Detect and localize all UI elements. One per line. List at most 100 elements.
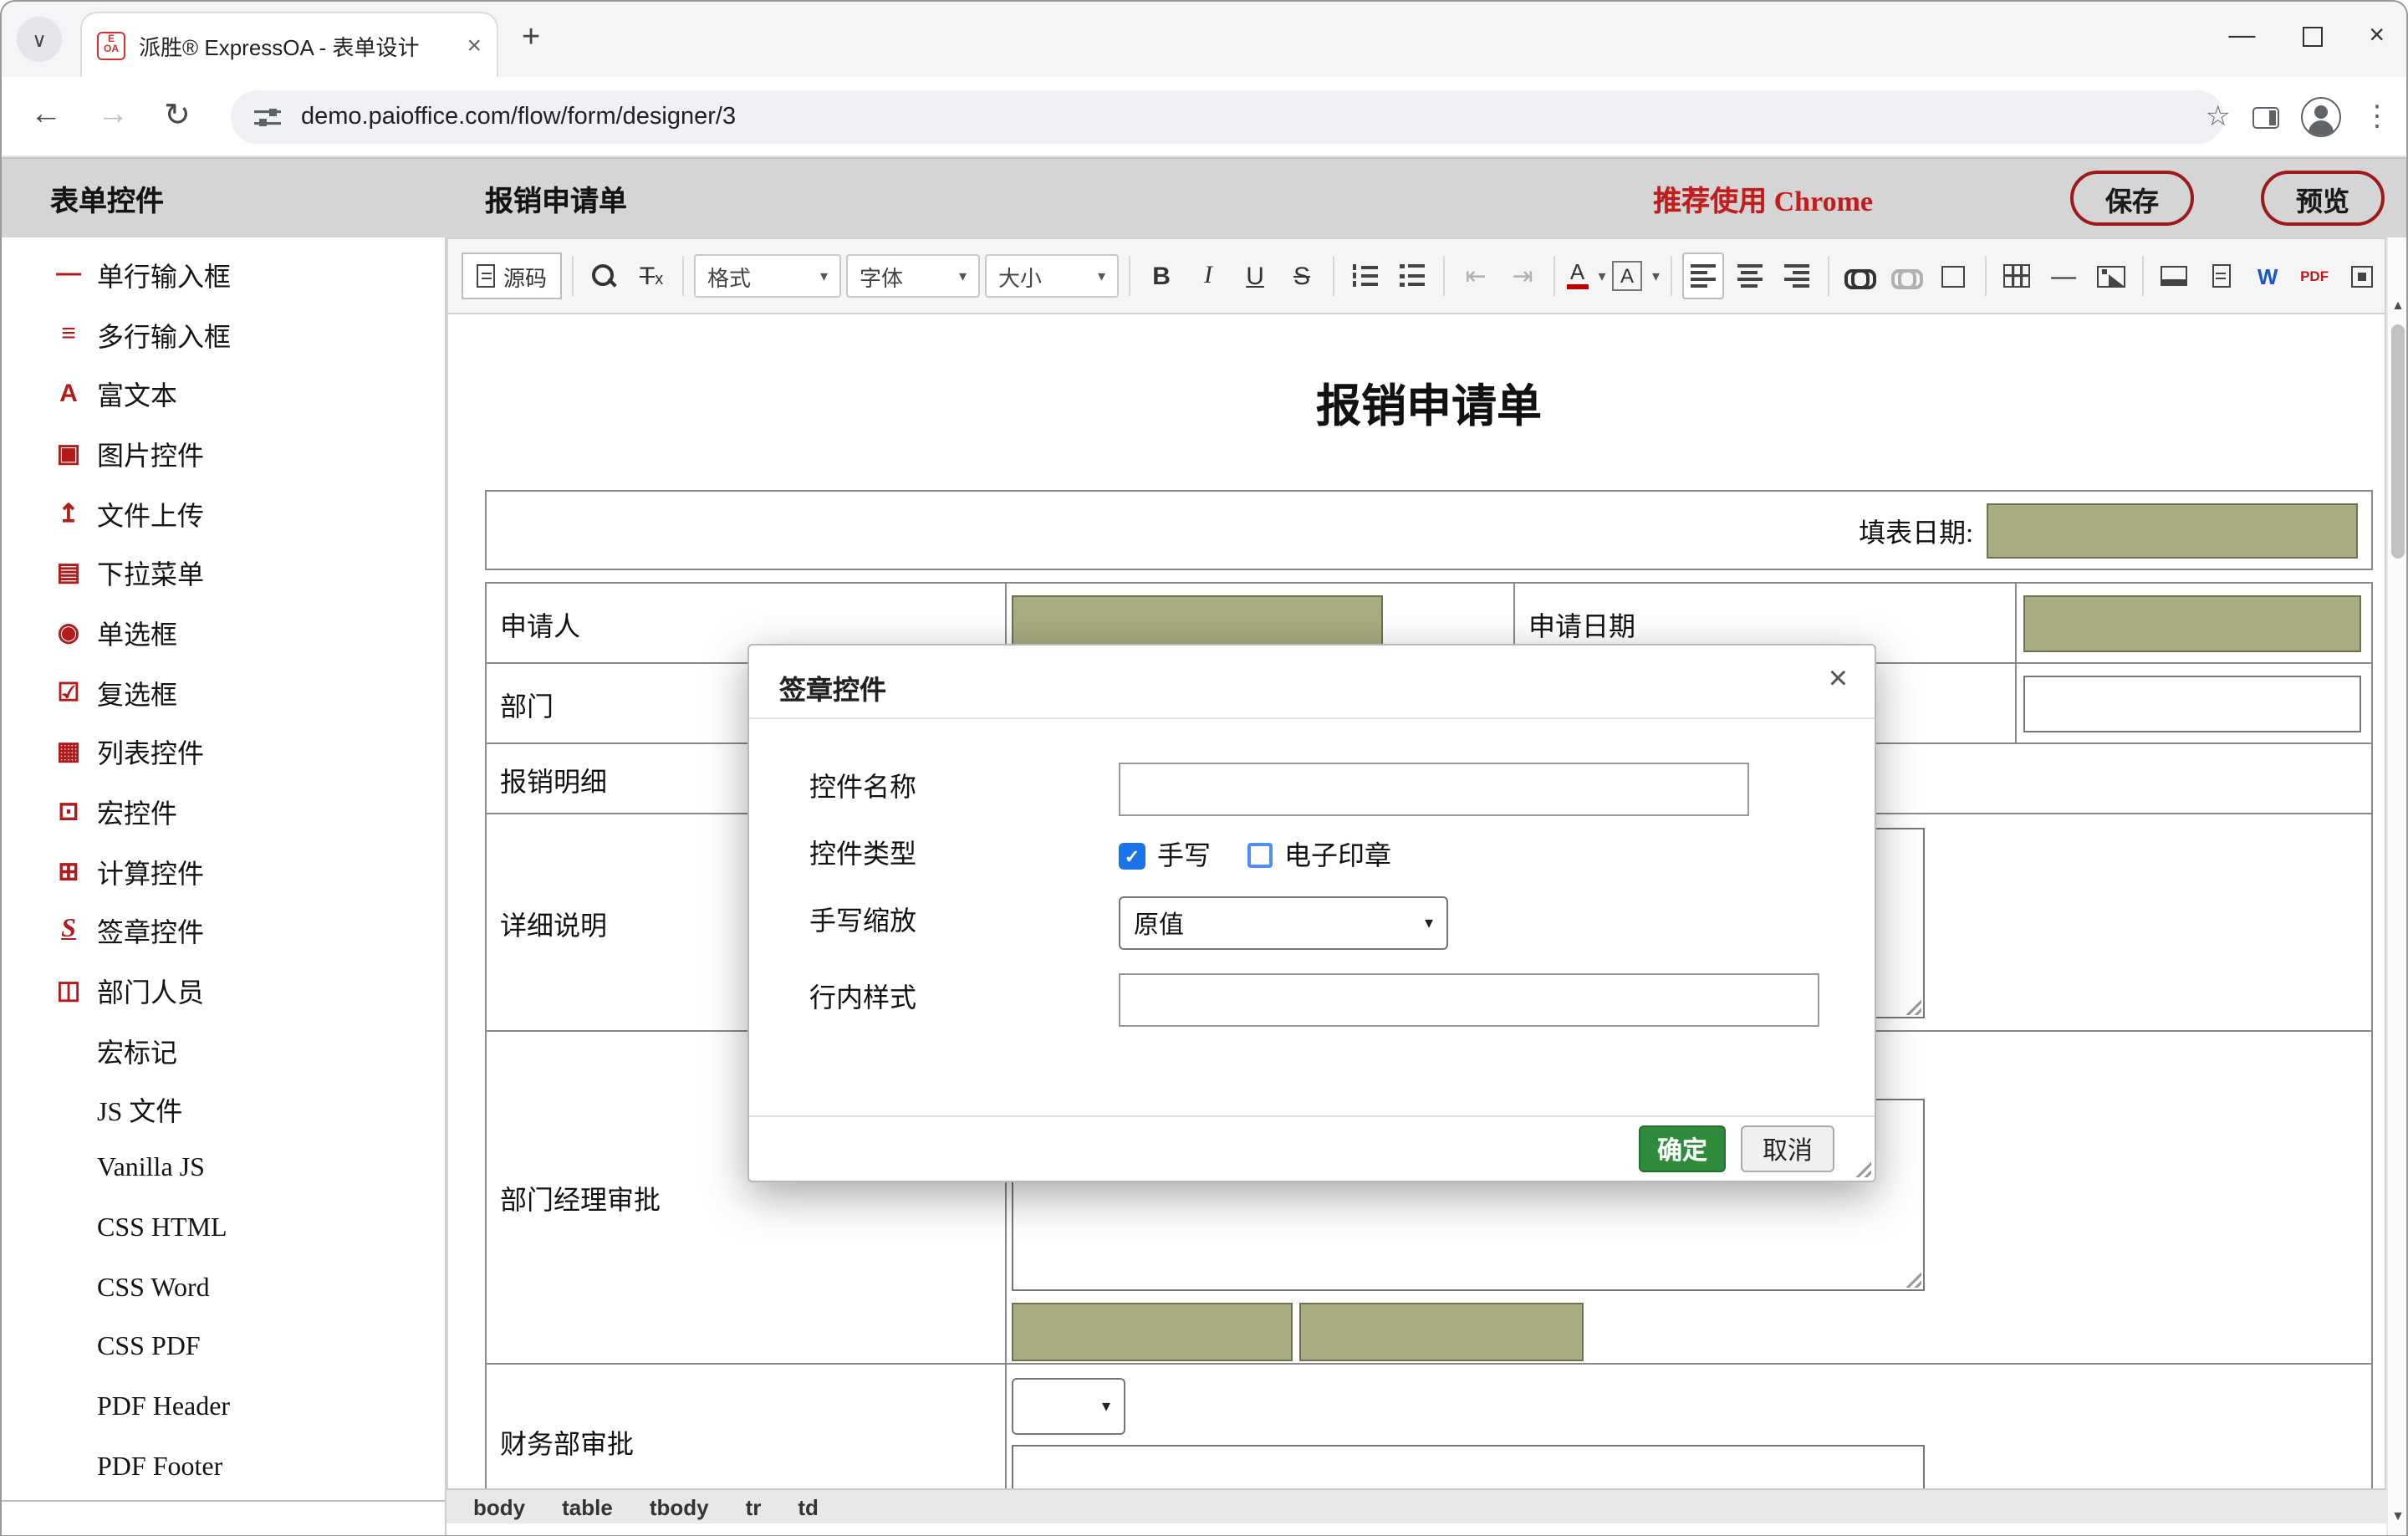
maximize-editor-button[interactable] [2340, 253, 2382, 299]
tab-search-button[interactable]: ∨ [17, 17, 62, 62]
resize-grip-icon[interactable] [1903, 997, 1921, 1015]
text-color-swatch [1566, 284, 1589, 289]
sidebar-item-single-line-input[interactable]: — 单行输入框 [0, 244, 445, 304]
sidebar-item-image-control[interactable]: ▣ 图片控件 [0, 423, 445, 482]
sidebar-item-macro-control[interactable]: ⊡ 宏控件 [0, 781, 445, 840]
finance-approval-textarea[interactable] [1012, 1445, 1925, 1488]
sidebar-item-css-pdf[interactable]: CSS PDF [0, 1319, 445, 1378]
sidebar-item-rich-text[interactable]: A 富文本 [0, 364, 445, 423]
reload-button[interactable]: ↻ [164, 97, 191, 135]
sidebar-item-radio-control[interactable]: ◉ 单选框 [0, 602, 445, 661]
save-button[interactable]: 保存 [2069, 171, 2194, 226]
sidebar-item-js-file[interactable]: JS 文件 [0, 1079, 445, 1139]
cancel-button[interactable]: 取消 [1741, 1125, 1834, 1172]
resize-grip-icon[interactable] [1903, 1269, 1921, 1288]
site-info-icon[interactable] [254, 106, 281, 128]
template-button[interactable] [2200, 253, 2242, 299]
apply-date-input[interactable] [2023, 594, 2361, 651]
iframe-button[interactable] [2153, 253, 2195, 299]
handwriting-checkbox[interactable]: ✓ [1119, 843, 1145, 870]
sidebar-item-dropdown-menu[interactable]: ▤ 下拉菜单 [0, 543, 445, 602]
align-center-button[interactable] [1728, 253, 1770, 299]
new-tab-button[interactable]: + [522, 20, 540, 57]
sidebar-item-multi-line-input[interactable]: ≡ 多行输入框 [0, 304, 445, 363]
applicant-input[interactable] [1012, 594, 1383, 651]
sidebar-item-pdf-footer[interactable]: PDF Footer [0, 1438, 445, 1498]
scroll-up-icon[interactable]: ▲ [2388, 298, 2408, 313]
text-color-button[interactable]: A ▾ [1565, 253, 1607, 299]
horizontal-rule-button[interactable]: ― [2043, 253, 2084, 299]
manager-date-input[interactable] [1299, 1303, 1584, 1361]
eseal-checkbox[interactable] [1247, 843, 1273, 868]
browser-menu-icon[interactable]: ⋮ [2363, 100, 2391, 134]
path-item-body[interactable]: body [473, 1494, 525, 1519]
sidebar-item-dept-person[interactable]: ◫ 部门人员 [0, 961, 445, 1020]
scroll-down-icon[interactable]: ▼ [2388, 1508, 2408, 1523]
tab-close-icon[interactable]: × [467, 31, 482, 59]
link-button[interactable] [1839, 253, 1880, 299]
profile-avatar[interactable] [2301, 97, 2341, 137]
sidebar-item-css-word[interactable]: CSS Word [0, 1258, 445, 1318]
remove-format-button[interactable]: Tx [630, 253, 672, 299]
page-scrollbar[interactable]: ▲ ▼ [2386, 237, 2408, 1536]
close-window-button[interactable]: × [2369, 22, 2385, 52]
unlink-button[interactable] [1885, 253, 1927, 299]
bg-color-button[interactable]: A ▾ [1612, 253, 1660, 299]
size-select[interactable]: 大小 ▾ [985, 254, 1120, 298]
source-button[interactable]: 源码 [462, 253, 563, 299]
underline-button[interactable]: U [1234, 253, 1276, 299]
ok-button[interactable]: 确定 [1639, 1125, 1726, 1172]
preview-button[interactable]: 预览 [2260, 171, 2385, 226]
inline-style-input[interactable] [1119, 973, 1819, 1027]
font-select[interactable]: 字体 ▾ [846, 254, 981, 298]
scrollbar-thumb[interactable] [2391, 324, 2405, 559]
outdent-button[interactable]: ⇤ [1455, 253, 1497, 299]
path-item-table[interactable]: table [562, 1494, 613, 1519]
path-item-tr[interactable]: tr [746, 1494, 762, 1519]
control-name-input[interactable] [1119, 763, 1749, 816]
sidebar-item-pdf-header[interactable]: PDF Header [0, 1378, 445, 1437]
sidebar-item-calc-control[interactable]: ⊞ 计算控件 [0, 841, 445, 901]
address-bar[interactable]: demo.paioffice.com/flow/form/designer/3 [231, 90, 2224, 144]
unordered-list-button[interactable] [1391, 253, 1433, 299]
format-select[interactable]: 格式 ▾ [694, 254, 842, 298]
dialog-close-icon[interactable]: × [1829, 661, 1848, 699]
strikethrough-button[interactable]: S [1281, 253, 1323, 299]
signature-scale-select[interactable]: 原值 ▾ [1119, 896, 1448, 950]
italic-button[interactable]: I [1187, 253, 1229, 299]
table-button[interactable] [1996, 253, 2038, 299]
maximize-button[interactable] [2302, 27, 2323, 47]
control-type-label: 控件类型 [809, 841, 917, 870]
manager-sign-input[interactable] [1012, 1303, 1293, 1361]
fill-date-input[interactable] [1987, 503, 2358, 558]
export-pdf-icon: PDF [2300, 268, 2329, 284]
back-button[interactable]: ← [30, 97, 62, 134]
image-button[interactable] [2089, 253, 2131, 299]
path-item-td[interactable]: td [798, 1494, 819, 1519]
align-right-button[interactable] [1775, 253, 1817, 299]
finance-select[interactable]: ▾ [1012, 1378, 1125, 1435]
sidebar-item-signature-control[interactable]: S 签章控件 [0, 901, 445, 960]
sidebar-item-vanilla-js[interactable]: Vanilla JS [0, 1140, 445, 1199]
sidebar-item-file-upload[interactable]: ↥ 文件上传 [0, 483, 445, 543]
sidebar-item-list-control[interactable]: ▦ 列表控件 [0, 722, 445, 781]
radio-control-icon: ◉ [57, 618, 80, 647]
page-break-button[interactable] [1932, 253, 1974, 299]
bookmark-star-icon[interactable]: ☆ [2206, 100, 2232, 134]
export-pdf-button[interactable]: PDF [2293, 253, 2335, 299]
sidebar-item-checkbox-control[interactable]: ☑ 复选框 [0, 662, 445, 722]
align-left-button[interactable] [1681, 253, 1724, 299]
bold-button[interactable]: B [1140, 253, 1182, 299]
find-button[interactable] [584, 253, 625, 299]
export-word-button[interactable]: W [2247, 253, 2288, 299]
sidebar-item-css-html[interactable]: CSS HTML [0, 1199, 445, 1258]
ordered-list-button[interactable] [1344, 253, 1386, 299]
sidebar-item-macro-mark[interactable]: 宏标记 [0, 1020, 445, 1079]
browser-tab[interactable]: E OA 派胜® ExpressOA - 表单设计 × [80, 12, 498, 77]
side-panel-icon[interactable] [2252, 106, 2279, 128]
path-item-tbody[interactable]: tbody [650, 1494, 709, 1519]
minimize-button[interactable]: — [2228, 22, 2255, 52]
department-head-input[interactable] [2023, 675, 2361, 732]
forward-button[interactable]: → [97, 97, 129, 134]
indent-button[interactable]: ⇥ [1502, 253, 1543, 299]
